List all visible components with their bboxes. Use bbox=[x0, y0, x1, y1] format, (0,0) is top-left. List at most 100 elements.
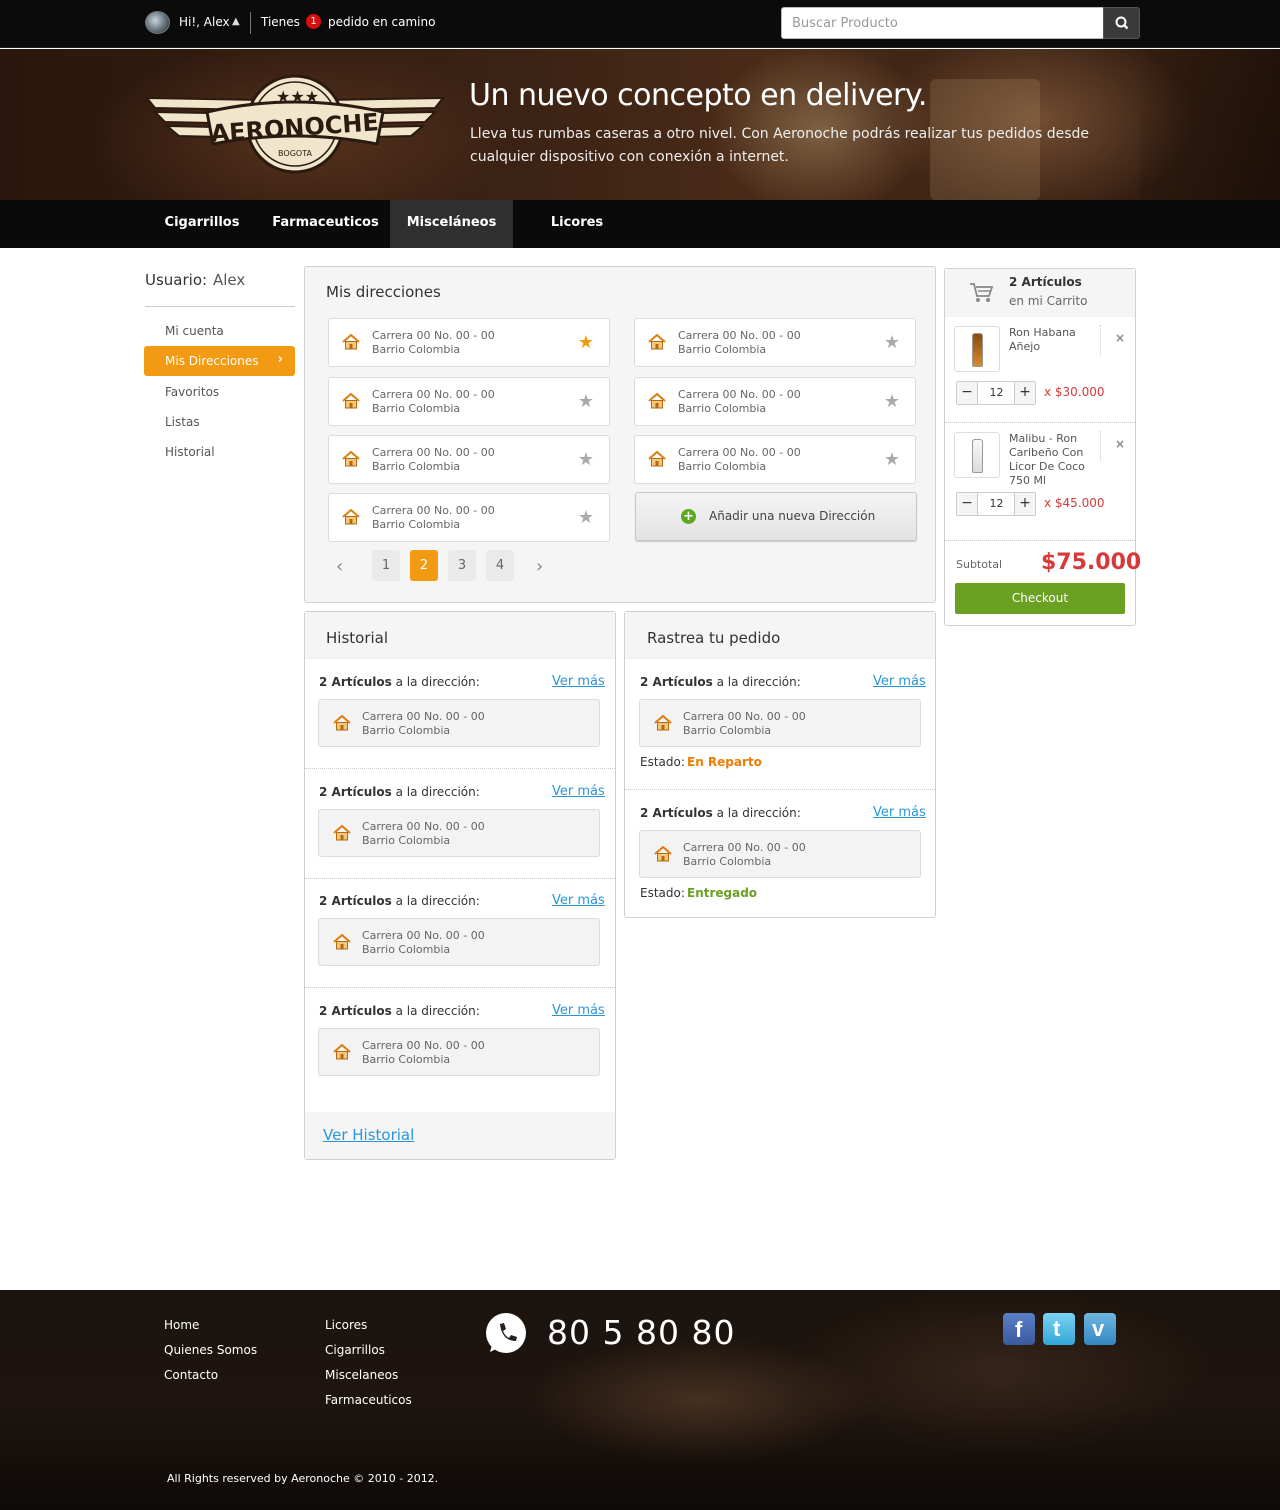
avatar[interactable] bbox=[145, 11, 170, 34]
minus-button[interactable]: − bbox=[957, 382, 978, 404]
item-count: 2 Artículos bbox=[319, 784, 392, 799]
plus-button[interactable]: + bbox=[1014, 493, 1035, 515]
user-name: Alex bbox=[213, 271, 246, 289]
star-icon[interactable]: ★ bbox=[578, 391, 594, 412]
sidebar-item-historial[interactable]: Historial bbox=[165, 445, 215, 459]
sidebar-item-mis-direcciones[interactable]: Mis Direcciones › bbox=[144, 346, 295, 376]
orders-label: Tienes bbox=[261, 15, 300, 29]
star-icon[interactable]: ★ bbox=[578, 449, 594, 470]
search-input[interactable] bbox=[781, 7, 1104, 39]
divider bbox=[305, 987, 615, 988]
address-card[interactable]: Carrera 00 No. 00 - 00 Barrio Colombia ★ bbox=[328, 377, 610, 426]
minus-button[interactable]: − bbox=[957, 493, 978, 515]
product-name[interactable]: Malibu - Ron Caribeño Con Licor De Coco … bbox=[1009, 432, 1089, 488]
address-line1: Carrera 00 No. 00 - 00 bbox=[372, 388, 495, 401]
item-count: 2 Artículos bbox=[319, 1003, 392, 1018]
search-button[interactable] bbox=[1103, 7, 1140, 39]
sidebar-item-favoritos[interactable]: Favoritos bbox=[165, 385, 219, 399]
twitter-icon[interactable]: t bbox=[1043, 1313, 1075, 1345]
product-thumbnail[interactable] bbox=[954, 432, 1000, 478]
status-label: Estado: bbox=[640, 755, 685, 769]
page-3[interactable]: 3 bbox=[448, 550, 476, 581]
footer-link[interactable]: Contacto bbox=[164, 1368, 218, 1382]
product-thumbnail[interactable] bbox=[954, 326, 1000, 372]
star-icon[interactable]: ★ bbox=[884, 391, 900, 412]
quantity-value[interactable]: 12 bbox=[979, 493, 1014, 515]
address-card[interactable]: Carrera 00 No. 00 - 00 Barrio Colombia ★ bbox=[328, 318, 610, 367]
address-label: a la dirección: bbox=[716, 806, 801, 820]
house-icon bbox=[333, 714, 351, 735]
history-title: Historial bbox=[326, 629, 389, 647]
see-more-link[interactable]: Ver más bbox=[552, 1003, 605, 1018]
hero-title: Un nuevo concepto en delivery. bbox=[469, 78, 927, 113]
footer-link[interactable]: Miscelaneos bbox=[325, 1368, 398, 1382]
address-line1: Carrera 00 No. 00 - 00 bbox=[683, 710, 806, 723]
footer-link[interactable]: Farmaceuticos bbox=[325, 1393, 412, 1407]
divider bbox=[945, 540, 1135, 541]
add-address-button[interactable]: + Añadir una nueva Dirección bbox=[635, 492, 917, 541]
addresses-title: Mis direcciones bbox=[326, 283, 441, 301]
view-history-link[interactable]: Ver Historial bbox=[323, 1126, 414, 1144]
nav-item-miscelaneos[interactable]: Misceláneos bbox=[390, 200, 513, 248]
nav-item-farmaceuticos[interactable]: Farmaceuticos bbox=[264, 200, 387, 248]
see-more-link[interactable]: Ver más bbox=[873, 674, 926, 689]
star-icon[interactable]: ★ bbox=[884, 332, 900, 353]
chevron-right-icon[interactable]: › bbox=[536, 556, 543, 577]
address-line1: Carrera 00 No. 00 - 00 bbox=[362, 1038, 485, 1052]
footer-link[interactable]: Cigarrillos bbox=[325, 1343, 385, 1357]
checkout-button[interactable]: Checkout bbox=[955, 583, 1125, 614]
facebook-icon[interactable]: f bbox=[1003, 1313, 1035, 1345]
address-card[interactable]: Carrera 00 No. 00 - 00 Barrio Colombia ★ bbox=[328, 435, 610, 484]
address-line1: Carrera 00 No. 00 - 00 bbox=[372, 446, 495, 459]
see-more-link[interactable]: Ver más bbox=[873, 805, 926, 820]
address-card[interactable]: Carrera 00 No. 00 - 00 Barrio Colombia ★ bbox=[634, 377, 916, 426]
house-icon bbox=[333, 933, 351, 954]
see-more-link[interactable]: Ver más bbox=[552, 784, 605, 799]
product-name[interactable]: Ron Habana Añejo bbox=[1009, 326, 1089, 354]
house-icon bbox=[648, 333, 666, 354]
quantity-stepper: −12 + bbox=[956, 381, 1036, 405]
footer-link[interactable]: Quienes Somos bbox=[164, 1343, 257, 1357]
phone-icon bbox=[486, 1313, 526, 1353]
plus-button[interactable]: + bbox=[1014, 382, 1035, 404]
status-badge: En Reparto bbox=[687, 755, 762, 769]
see-more-link[interactable]: Ver más bbox=[552, 674, 605, 689]
remove-icon[interactable]: × bbox=[1115, 437, 1125, 451]
nav-item-licores[interactable]: Licores bbox=[523, 200, 631, 248]
page-1[interactable]: 1 bbox=[372, 550, 400, 581]
sidebar-item-mi-cuenta[interactable]: Mi cuenta bbox=[165, 324, 224, 338]
remove-icon[interactable]: × bbox=[1115, 331, 1125, 345]
see-more-link[interactable]: Ver más bbox=[552, 893, 605, 908]
user-greeting[interactable]: Hi!, Alex bbox=[179, 15, 230, 29]
aeronoche-logo[interactable]: ★★★ AERONOCHE BOGOTA bbox=[144, 72, 446, 180]
address-card[interactable]: Carrera 00 No. 00 - 00 Barrio Colombia ★ bbox=[634, 318, 916, 367]
divider bbox=[945, 422, 1135, 423]
item-count: 2 Artículos bbox=[319, 894, 392, 908]
chevron-up-icon[interactable]: ▲ bbox=[232, 16, 240, 27]
address-line2: Barrio Colombia bbox=[362, 833, 451, 847]
sidebar-item-listas[interactable]: Listas bbox=[165, 415, 200, 429]
page-2-current[interactable]: 2 bbox=[410, 550, 438, 581]
page-4[interactable]: 4 bbox=[486, 550, 514, 581]
quantity-value[interactable]: 12 bbox=[979, 382, 1014, 404]
address-line2: Barrio Colombia bbox=[372, 402, 461, 415]
address-card[interactable]: Carrera 00 No. 00 - 00 Barrio Colombia ★ bbox=[328, 493, 610, 542]
address-line1: Carrera 00 No. 00 - 00 bbox=[678, 446, 801, 459]
vimeo-icon[interactable]: v bbox=[1084, 1313, 1116, 1345]
star-icon[interactable]: ★ bbox=[578, 507, 594, 528]
footer-link[interactable]: Home bbox=[164, 1318, 199, 1332]
order-count-badge[interactable]: 1 bbox=[306, 14, 321, 29]
house-icon bbox=[342, 392, 360, 413]
address-line2: Barrio Colombia bbox=[362, 1052, 451, 1066]
footer-link[interactable]: Licores bbox=[325, 1318, 367, 1332]
address-card[interactable]: Carrera 00 No. 00 - 00 Barrio Colombia ★ bbox=[634, 435, 916, 484]
house-icon bbox=[648, 450, 666, 471]
star-icon[interactable]: ★ bbox=[884, 449, 900, 470]
divider bbox=[1100, 431, 1101, 461]
add-address-label: Añadir una nueva Dirección bbox=[709, 509, 876, 523]
history-entry-title: 2 Artículos a la dirección: bbox=[319, 1004, 480, 1018]
chevron-left-icon[interactable]: ‹ bbox=[336, 556, 343, 577]
nav-item-cigarrillos[interactable]: Cigarrillos bbox=[150, 200, 254, 248]
orders-in-transit-text[interactable]: pedido en camino bbox=[328, 15, 435, 29]
star-icon[interactable]: ★ bbox=[578, 332, 594, 353]
